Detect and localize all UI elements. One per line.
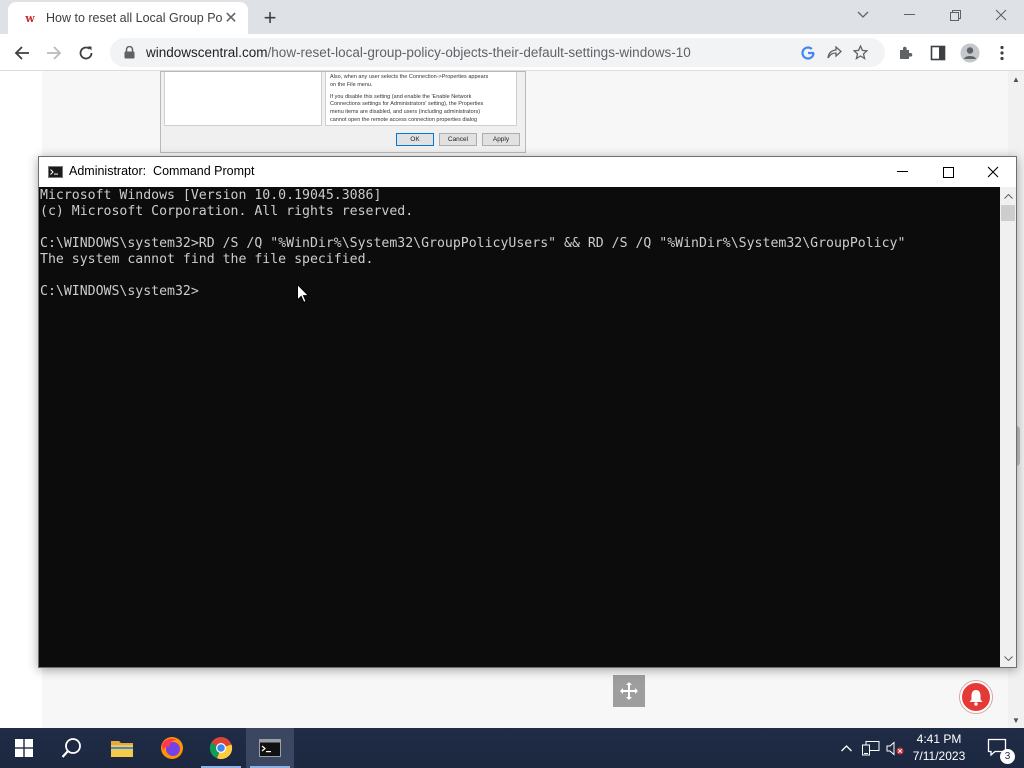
help-text-line: If you disable this setting (and enable … bbox=[330, 93, 472, 100]
scroll-up-arrow-icon[interactable]: ▲ bbox=[1008, 71, 1024, 87]
screenshot-options-pane bbox=[164, 72, 322, 126]
clock-time: 4:41 PM bbox=[916, 732, 962, 746]
screenshot-ok-button: OK bbox=[396, 133, 434, 146]
start-button[interactable] bbox=[0, 728, 48, 768]
screenshot-help-text: Also, when any user selects the Connecti… bbox=[325, 72, 517, 126]
search-icon bbox=[61, 738, 81, 758]
taskbar-file-explorer[interactable] bbox=[98, 728, 146, 768]
lock-icon[interactable] bbox=[122, 46, 136, 60]
url-text: windowscentral.com/how-reset-local-group… bbox=[146, 45, 795, 60]
chevron-up-icon bbox=[840, 744, 852, 751]
taskbar-firefox[interactable] bbox=[148, 728, 196, 768]
mouse-pointer-icon bbox=[297, 284, 309, 303]
url-domain: windowscentral.com bbox=[146, 45, 268, 60]
profile-avatar-icon[interactable] bbox=[958, 41, 982, 65]
article-screenshot-image: Also, when any user selects the Connecti… bbox=[160, 71, 526, 153]
bookmark-star-icon[interactable] bbox=[847, 42, 873, 64]
taskbar-command-prompt[interactable] bbox=[246, 728, 294, 768]
cmd-close-button[interactable] bbox=[970, 157, 1016, 187]
command-prompt-window[interactable]: Administrator: Command Prompt Microsoft … bbox=[38, 156, 1017, 668]
help-text-line: cannot open the remote access connection… bbox=[330, 116, 478, 123]
help-text-line: Connections settings for Administrators'… bbox=[330, 101, 484, 108]
url-path: /how-reset-local-group-policy-objects-th… bbox=[267, 45, 691, 60]
tab-close-icon[interactable]: ✕ bbox=[222, 9, 240, 27]
minimize-button[interactable] bbox=[886, 0, 932, 30]
cmd-scrollbar[interactable] bbox=[1000, 187, 1016, 667]
action-center-button[interactable]: 3 bbox=[978, 728, 1018, 768]
cmd-minimize-button[interactable] bbox=[879, 157, 925, 187]
help-text-line: Also, when any user selects the Connecti… bbox=[330, 74, 489, 80]
tab-search-icon[interactable] bbox=[840, 0, 886, 30]
side-panel-icon[interactable] bbox=[926, 41, 950, 65]
console-line: C:\WINDOWS\system32>RD /S /Q "%WinDir%\S… bbox=[40, 236, 906, 251]
reload-button[interactable] bbox=[72, 39, 100, 67]
back-button[interactable] bbox=[8, 39, 36, 67]
chrome-icon bbox=[209, 737, 233, 760]
windows-taskbar: 4:41 PM 7/11/2023 3 bbox=[0, 728, 1024, 768]
cmd-scroll-up-icon[interactable] bbox=[1000, 188, 1016, 204]
restore-button[interactable] bbox=[932, 0, 978, 30]
command-prompt-icon bbox=[48, 166, 63, 178]
show-hidden-icons-button[interactable] bbox=[836, 728, 856, 768]
command-prompt-taskbar-icon bbox=[259, 739, 281, 757]
screenshot-cancel-button: Cancel bbox=[439, 133, 477, 146]
windows-central-favicon-icon: w bbox=[25, 11, 35, 25]
file-explorer-icon bbox=[111, 741, 133, 757]
firefox-icon bbox=[161, 737, 183, 759]
extensions-puzzle-icon[interactable] bbox=[894, 41, 918, 65]
notification-bell-icon[interactable] bbox=[960, 681, 992, 713]
share-icon[interactable] bbox=[821, 42, 847, 64]
help-text-line: on the File menu. bbox=[330, 81, 373, 88]
taskbar-search-button[interactable] bbox=[48, 728, 96, 768]
chrome-tab-strip: w How to reset all Local Group Poli ✕ + bbox=[0, 0, 1024, 34]
forward-button[interactable] bbox=[40, 39, 68, 67]
desktop: w How to reset all Local Group Poli ✕ + bbox=[0, 0, 1024, 768]
tab-title: How to reset all Local Group Poli bbox=[46, 11, 222, 25]
cmd-scroll-down-icon[interactable] bbox=[1000, 650, 1016, 666]
clock-date: 7/11/2023 bbox=[912, 749, 966, 763]
chrome-menu-icon[interactable] bbox=[990, 41, 1014, 65]
console-prompt-line: C:\WINDOWS\system32> bbox=[40, 284, 199, 299]
move-arrows-icon[interactable] bbox=[613, 675, 645, 707]
console-line: (c) Microsoft Corporation. All rights re… bbox=[40, 204, 414, 219]
start-icon bbox=[15, 739, 33, 757]
cmd-console-output[interactable]: Microsoft Windows [Version 10.0.19045.30… bbox=[39, 187, 1000, 667]
cmd-maximize-button[interactable] bbox=[925, 157, 971, 187]
scroll-down-arrow-icon[interactable]: ▼ bbox=[1008, 712, 1024, 728]
google-lens-icon[interactable] bbox=[795, 42, 821, 64]
taskbar-chrome[interactable] bbox=[197, 728, 245, 768]
console-line: Microsoft Windows [Version 10.0.19045.30… bbox=[40, 188, 382, 203]
cmd-scrollbar-thumb[interactable] bbox=[1001, 205, 1015, 221]
network-icon[interactable] bbox=[859, 728, 883, 768]
new-tab-button[interactable]: + bbox=[258, 5, 282, 30]
volume-muted-icon[interactable] bbox=[884, 728, 906, 768]
help-text-line: menu items are disabled, and users (incl… bbox=[330, 109, 481, 116]
screenshot-apply-button: Apply bbox=[482, 133, 520, 146]
notification-count-badge: 3 bbox=[1000, 749, 1015, 764]
browser-toolbar: windowscentral.com/how-reset-local-group… bbox=[0, 34, 1024, 71]
close-window-button[interactable] bbox=[978, 0, 1024, 30]
taskbar-clock[interactable]: 4:41 PM 7/11/2023 bbox=[906, 731, 972, 765]
cmd-window-title: Administrator: Command Prompt bbox=[69, 164, 255, 178]
address-bar[interactable]: windowscentral.com/how-reset-local-group… bbox=[110, 38, 885, 67]
cmd-title-bar[interactable]: Administrator: Command Prompt bbox=[39, 157, 1016, 187]
console-line: The system cannot find the file specifie… bbox=[40, 252, 374, 267]
browser-tab[interactable]: w How to reset all Local Group Poli ✕ bbox=[8, 2, 248, 34]
